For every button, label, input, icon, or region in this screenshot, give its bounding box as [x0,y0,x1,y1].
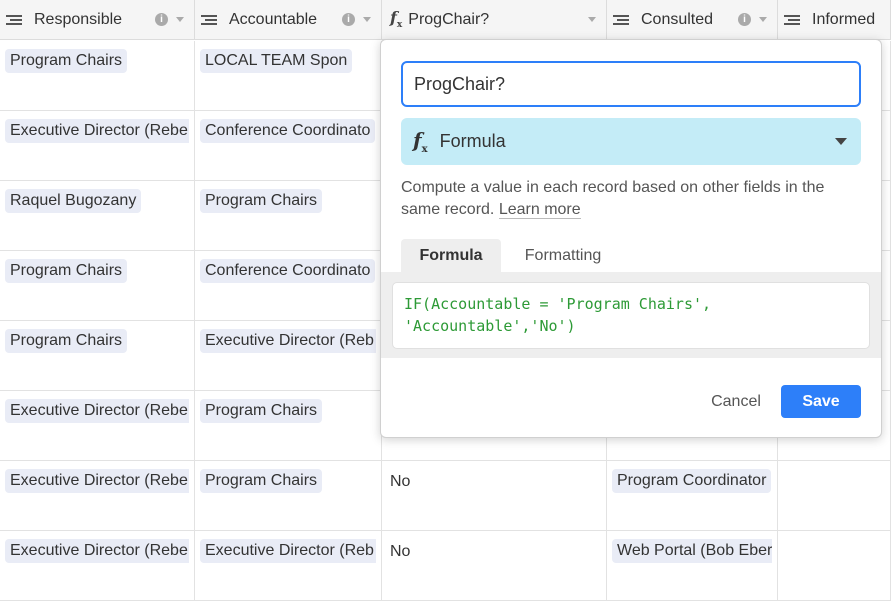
cancel-button[interactable]: Cancel [699,386,773,418]
field-name-input[interactable] [401,61,861,107]
record-chip: Program Chairs [200,189,323,213]
accountable-cell[interactable]: Program Chairs [195,181,382,251]
accountable-cell[interactable]: Program Chairs [195,391,382,461]
record-chip: Program Chairs [200,469,323,493]
record-chip: Program Chairs [5,49,128,73]
tab-formatting[interactable]: Formatting [511,239,615,272]
chevron-down-icon[interactable] [588,17,596,22]
linked-field-icon [784,13,804,27]
column-header-progchair[interactable]: fx ProgChair? [382,0,607,40]
record-chip: Executive Director (Rebe [5,399,189,423]
consulted-cell[interactable]: Program Coordinator [607,461,778,531]
chevron-down-icon [835,138,847,145]
learn-more-link[interactable]: Learn more [498,201,581,219]
accountable-cell[interactable]: Executive Director (Reb [195,321,382,391]
linked-field-icon [6,13,26,27]
record-chip: Web Portal (Bob Eber [612,539,772,563]
accountable-cell[interactable]: Executive Director (Reb [195,531,382,601]
column-header-title: Informed [812,10,876,28]
column-header-title: Responsible [34,10,123,28]
accountable-cell[interactable]: LOCAL TEAM Spon [195,41,382,111]
column-header-informed[interactable]: Informed [778,0,891,40]
info-icon[interactable]: i [155,13,168,26]
linked-field-icon [613,13,633,27]
chevron-down-icon[interactable] [363,17,371,22]
record-chip: Conference Coordinato [200,259,376,283]
record-chip: Raquel Bugozany [5,189,142,213]
column-header-title: Accountable [229,10,318,28]
record-chip: Executive Director (Rebe [5,119,189,143]
record-chip: Program Chairs [200,399,323,423]
record-chip: Executive Director (Rebe [5,539,189,563]
column-header-title: Consulted [641,10,714,28]
responsible-cell[interactable]: Executive Director (Rebe [0,531,195,601]
responsible-cell[interactable]: Executive Director (Rebe [0,391,195,461]
formula-editor[interactable]: IF(Accountable = 'Program Chairs', 'Accou… [392,282,870,349]
column-header-consulted[interactable]: Consulted i [607,0,778,40]
formula-line: 'Accountable','No') [404,317,576,335]
tab-formula[interactable]: Formula [401,239,501,272]
progchair-cell[interactable]: No [382,461,607,531]
record-chip: Program Chairs [5,329,128,353]
responsible-cell[interactable]: Executive Director (Rebe [0,461,195,531]
formula-line: IF(Accountable = 'Program Chairs', [404,295,712,313]
description-text: Compute a value in each record based on … [401,179,825,218]
responsible-cell[interactable]: Executive Director (Rebe [0,111,195,181]
save-button[interactable]: Save [781,385,861,418]
record-chip: LOCAL TEAM Spon [200,49,353,73]
chevron-down-icon[interactable] [176,17,184,22]
column-header-title: ProgChair? [408,10,490,28]
info-icon[interactable]: i [738,13,751,26]
progchair-cell[interactable]: No [382,531,607,601]
responsible-cell[interactable]: Program Chairs [0,251,195,321]
chevron-down-icon[interactable] [759,17,767,22]
responsible-cell[interactable]: Raquel Bugozany [0,181,195,251]
responsible-cell[interactable]: Program Chairs [0,41,195,111]
responsible-cell[interactable]: Program Chairs [0,321,195,391]
accountable-cell[interactable]: Conference Coordinato [195,251,382,321]
formula-icon: fx [390,8,403,31]
formula-panel: IF(Accountable = 'Program Chairs', 'Accou… [381,272,881,358]
column-header-accountable[interactable]: Accountable i [195,0,382,40]
consulted-cell[interactable]: Web Portal (Bob Eber [607,531,778,601]
cell-text: No [390,543,411,560]
column-header-responsible[interactable]: Responsible i [0,0,195,40]
informed-cell[interactable] [778,531,891,601]
record-chip: Executive Director (Reb [200,329,376,353]
cell-text: No [390,473,411,490]
informed-cell[interactable] [778,461,891,531]
info-icon[interactable]: i [342,13,355,26]
record-chip: Executive Director (Reb [200,539,376,563]
editor-tabs: Formula Formatting [381,239,881,272]
field-type-label: Formula [439,131,506,151]
accountable-cell[interactable]: Conference Coordinato [195,111,382,181]
field-editor-popover: fx Formula Compute a value in each recor… [380,39,882,438]
formula-icon: fx [413,128,428,155]
record-chip: Program Chairs [5,259,128,283]
field-type-select[interactable]: fx Formula [401,118,861,165]
linked-field-icon [201,13,221,27]
record-chip: Conference Coordinato [200,119,376,143]
accountable-cell[interactable]: Program Chairs [195,461,382,531]
record-chip: Program Coordinator [612,469,772,493]
field-type-description: Compute a value in each record based on … [401,177,861,221]
record-chip: Executive Director (Rebe [5,469,189,493]
